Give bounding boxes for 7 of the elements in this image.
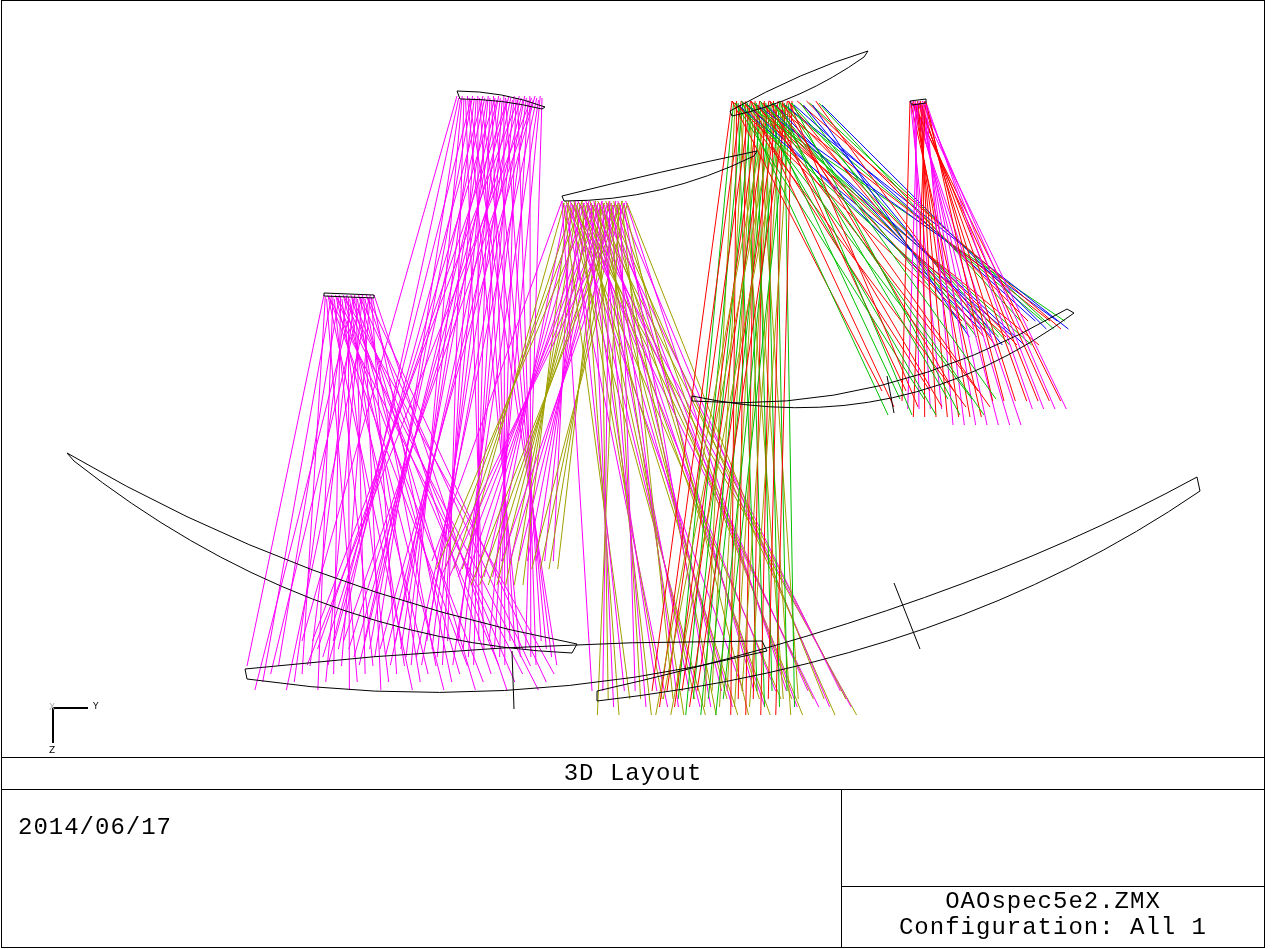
axis-label: Z — [49, 745, 56, 755]
plot-title: 3D Layout — [2, 758, 1264, 790]
date-label: 2014/06/17 — [18, 814, 173, 841]
axis-label: Y — [93, 701, 99, 711]
axis-label: X — [49, 702, 56, 712]
file-name: OAOspec5e2.ZMX — [945, 889, 1161, 915]
configuration-label: Configuration: All 1 — [898, 915, 1207, 941]
